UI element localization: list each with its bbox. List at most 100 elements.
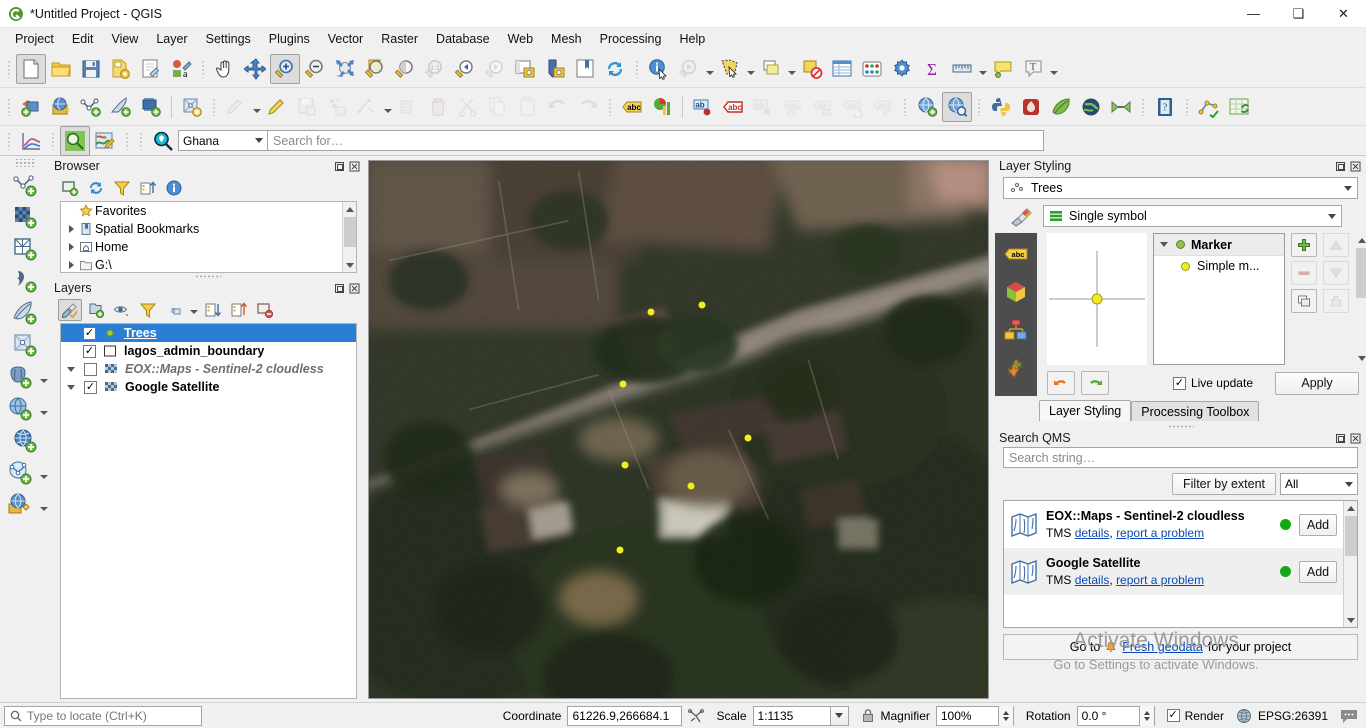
live-update-checkbox[interactable]: ✓ <box>1172 376 1186 390</box>
layer-item-trees[interactable]: ✓ Trees <box>61 324 356 342</box>
layer-visibility-checkbox[interactable]: ✓ <box>83 326 96 340</box>
coordinate-field[interactable]: 61226.9,266684.1 <box>567 705 683 726</box>
current-edits-dropdown-arrow[interactable] <box>251 92 262 122</box>
3d-view-tab-icon[interactable] <box>1001 277 1031 307</box>
zoom-last-button[interactable] <box>450 54 480 84</box>
new-map-view-button[interactable] <box>510 54 540 84</box>
add-wfs-dropdown-arrow[interactable] <box>38 457 49 489</box>
menu-mesh[interactable]: Mesh <box>542 30 591 48</box>
zoom-full-button[interactable] <box>330 54 360 84</box>
add-postgis-dropdown-arrow[interactable] <box>38 361 49 393</box>
new-shapefile-layer-button[interactable] <box>76 92 106 122</box>
browser-expander-icon[interactable] <box>65 225 77 233</box>
duplicate-symbol-layer-button[interactable] <box>1291 289 1317 313</box>
layers-close-icon[interactable] <box>348 282 360 294</box>
qms-report-link[interactable]: report a problem <box>1116 573 1204 587</box>
lock-symbol-layer-button[interactable] <box>1323 289 1349 313</box>
add-spatialite-layer-button[interactable] <box>7 297 43 329</box>
layer-item-eox-sentinel2[interactable]: EOX::Maps - Sentinel-2 cloudless <box>61 360 356 378</box>
menu-help[interactable]: Help <box>670 30 714 48</box>
browser-collapse-all-button[interactable] <box>136 177 160 199</box>
qms-search-toggle-button[interactable] <box>60 125 90 156</box>
new-project-button[interactable] <box>16 53 46 84</box>
remove-layer-button[interactable] <box>253 299 277 321</box>
qms-result-row[interactable]: Google Satellite TMS details, report a p… <box>1004 548 1343 595</box>
filter-legend-button[interactable] <box>136 299 160 321</box>
menu-project[interactable]: Project <box>6 30 63 48</box>
qms-category-select[interactable]: All <box>1280 473 1358 495</box>
text-annotation-button[interactable]: T <box>1018 54 1048 84</box>
add-virtual-layer-button[interactable] <box>7 329 43 361</box>
browser-scroll-thumb[interactable] <box>344 217 356 247</box>
toggle-editing-button[interactable] <box>262 92 292 122</box>
toggle-extents-icon[interactable] <box>688 708 705 724</box>
searchbar-grip-3[interactable] <box>123 128 131 154</box>
maximize-button[interactable]: ❑ <box>1276 0 1321 28</box>
select-by-value-dropdown-arrow[interactable] <box>786 54 797 84</box>
toolbar-grip-2[interactable] <box>199 56 207 82</box>
copy-features-button[interactable] <box>483 92 513 122</box>
add-xyz-layer-button[interactable] <box>46 92 76 122</box>
new-print-layout-button[interactable] <box>570 54 600 84</box>
symbol-expander-icon[interactable] <box>1158 242 1170 247</box>
vertex-tool-dropdown-arrow[interactable] <box>382 92 393 122</box>
open-layer-styling-panel-button[interactable] <box>58 299 82 321</box>
crs-globe-icon[interactable] <box>1236 708 1252 724</box>
browser-properties-button[interactable] <box>162 177 186 199</box>
add-web-layer-button[interactable] <box>912 92 942 122</box>
searchbar-grip-2[interactable] <box>49 128 57 154</box>
new-geopackage-layer-button[interactable] <box>106 92 136 122</box>
tree-point-marker[interactable] <box>621 461 629 469</box>
menu-web[interactable]: Web <box>499 30 542 48</box>
paste-features-button[interactable] <box>513 92 543 122</box>
render-control[interactable]: ✓ Render <box>1166 709 1224 723</box>
manage-layer-visibility-button[interactable] <box>110 299 134 321</box>
open-attribute-table-button[interactable] <box>827 54 857 84</box>
browser-filter-button[interactable] <box>110 177 134 199</box>
tab-layer-styling[interactable]: Layer Styling <box>1039 400 1132 421</box>
browser-item-spatial-bookmarks[interactable]: Spatial Bookmarks <box>61 220 356 238</box>
browser-scroll-up-icon[interactable] <box>343 202 356 216</box>
collapse-all-button[interactable] <box>227 299 251 321</box>
add-xyz-tiles-button[interactable] <box>7 425 43 457</box>
python-console-button[interactable] <box>986 92 1016 122</box>
stepper-down-icon[interactable] <box>1002 716 1009 721</box>
searchbar-grip-1[interactable] <box>5 128 13 154</box>
menu-settings[interactable]: Settings <box>197 30 260 48</box>
diagram-layer-button[interactable] <box>647 92 677 122</box>
layer-item-google-satellite[interactable]: ✓ Google Satellite <box>61 378 356 396</box>
select-by-value-button[interactable] <box>756 54 786 84</box>
qms-details-link[interactable]: details <box>1075 526 1110 540</box>
measure-dropdown-arrow[interactable] <box>977 54 988 84</box>
fresh-geodata-link[interactable]: Fresh geodata <box>1122 640 1203 654</box>
scale-combo[interactable]: 1:1135 <box>752 705 849 726</box>
tree-point-marker[interactable] <box>619 380 627 388</box>
vtoolbar-grip[interactable] <box>14 159 36 167</box>
symbol-root-row[interactable]: Marker <box>1154 234 1284 256</box>
magnifier-value[interactable]: 100% <box>935 705 998 726</box>
stepper-down-icon[interactable] <box>1143 716 1150 721</box>
qms-results-list[interactable]: EOX::Maps - Sentinel-2 cloudless TMS det… <box>1003 500 1358 628</box>
qms-scroll-up-icon[interactable] <box>1344 501 1357 515</box>
project-properties-button[interactable] <box>136 54 166 84</box>
symbol-preview[interactable] <box>1047 233 1147 365</box>
help-button[interactable]: ? <box>1150 92 1180 122</box>
search-qms-undock-icon[interactable] <box>1334 432 1346 444</box>
add-postgis-layer-button[interactable] <box>2 361 38 393</box>
profile-tool-button[interactable] <box>16 126 46 156</box>
cut-features-button[interactable] <box>453 92 483 122</box>
menu-layer[interactable]: Layer <box>147 30 196 48</box>
search-qms-button[interactable] <box>942 91 972 122</box>
toolbar-grip-7[interactable] <box>901 94 909 120</box>
style-manager-button[interactable]: a <box>166 54 196 84</box>
qgis-plugin-leaf-button[interactable] <box>1046 92 1076 122</box>
history-tab-icon[interactable] <box>1001 353 1031 383</box>
zoom-in-tool[interactable] <box>270 53 300 84</box>
menu-database[interactable]: Database <box>427 30 499 48</box>
zoom-out-tool[interactable] <box>300 54 330 84</box>
run-feature-action-button[interactable] <box>674 54 704 84</box>
add-delimited-text-layer-button[interactable] <box>7 265 43 297</box>
tab-processing-toolbox[interactable]: Processing Toolbox <box>1131 401 1260 421</box>
add-tile-service-dropdown-arrow[interactable] <box>38 489 49 521</box>
searchbar-grip-4[interactable] <box>137 128 145 154</box>
